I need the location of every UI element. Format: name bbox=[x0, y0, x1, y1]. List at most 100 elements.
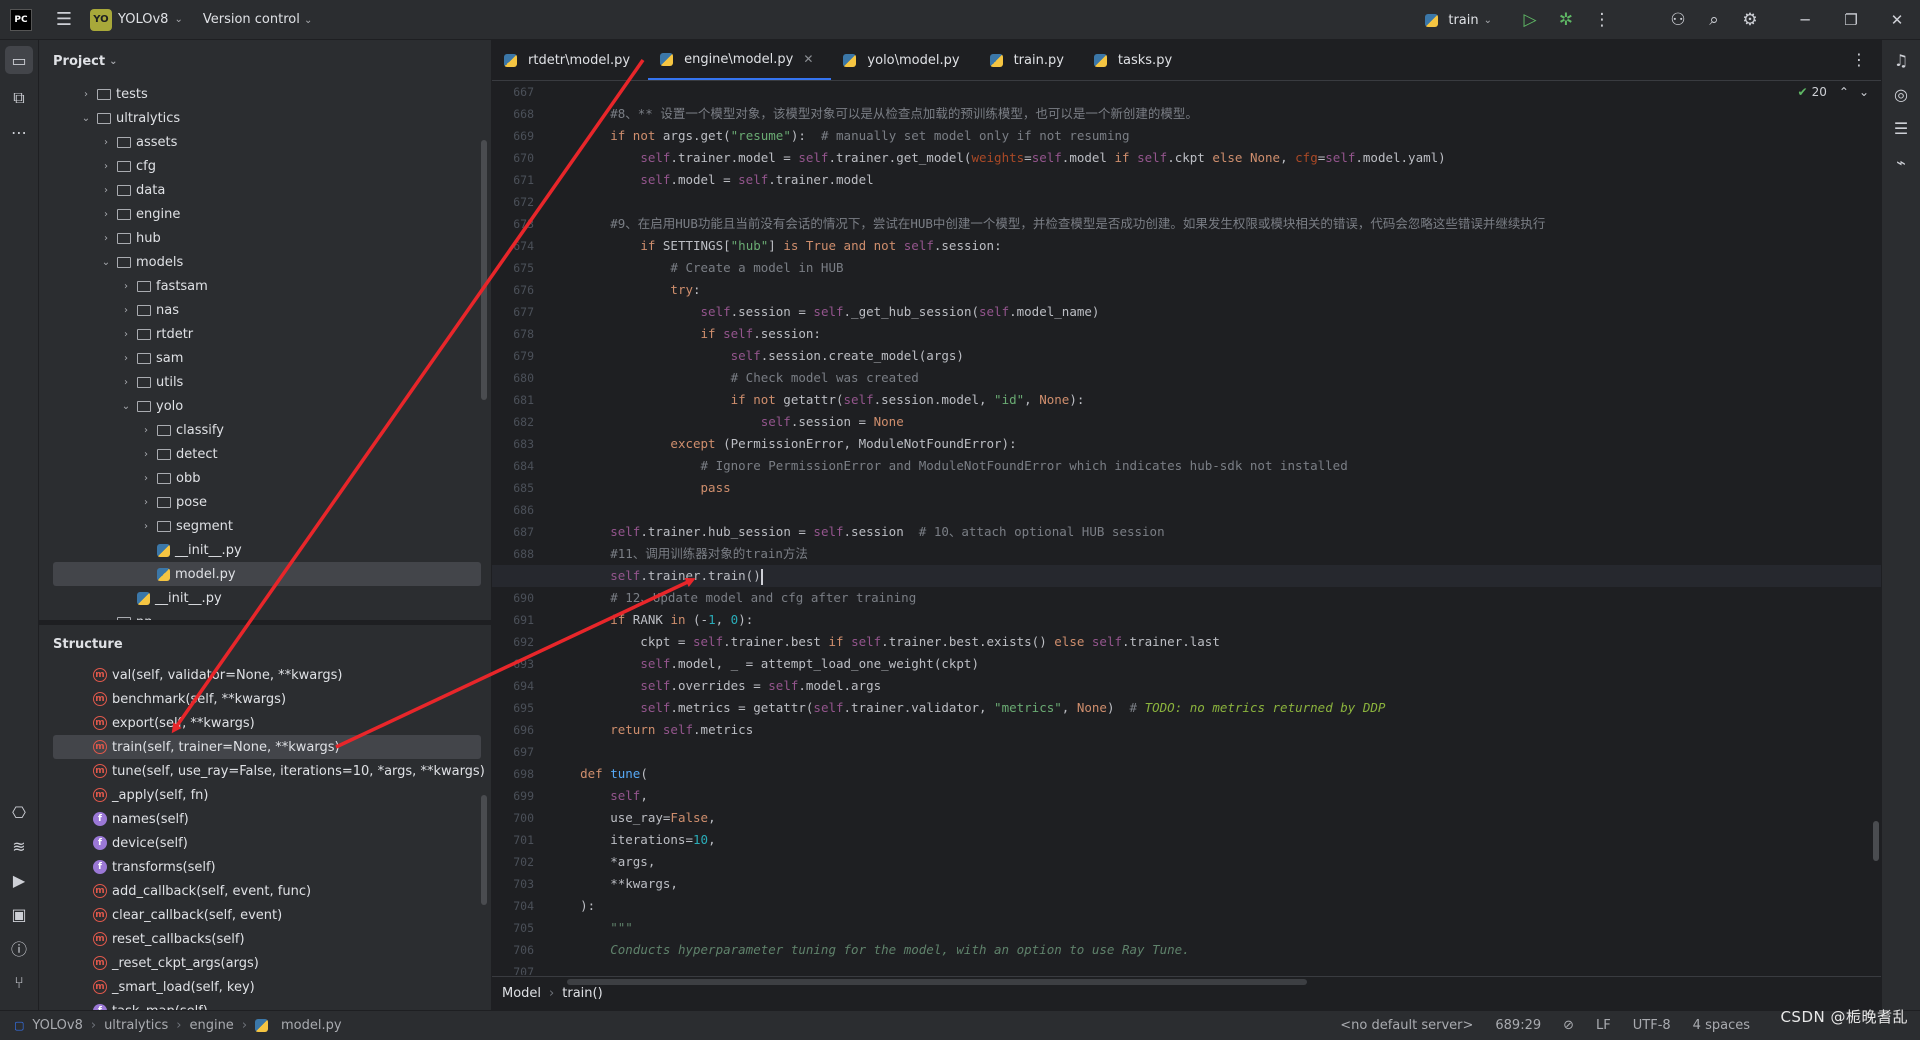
line-number[interactable]: 687 bbox=[492, 521, 538, 543]
services-icon[interactable]: ▶ bbox=[5, 866, 33, 894]
structure-member-item[interactable]: m _smart_load(self, key) bbox=[39, 975, 491, 999]
tree-folder-item[interactable]: › nn bbox=[39, 610, 491, 620]
status-path-segment[interactable]: engine bbox=[189, 1018, 233, 1033]
code-line[interactable]: self.session = self._get_hub_session(sel… bbox=[550, 301, 1881, 323]
editor-tab[interactable]: yolo\model.py bbox=[831, 40, 977, 80]
line-number[interactable]: 670 bbox=[492, 147, 538, 169]
code-line[interactable] bbox=[550, 961, 1881, 975]
tree-folder-item[interactable]: ⌄ yolo bbox=[39, 394, 491, 418]
tree-folder-item[interactable]: › classify bbox=[39, 418, 491, 442]
structure-member-item[interactable]: m _reset_ckpt_args(args) bbox=[39, 951, 491, 975]
chevron-down-icon[interactable]: ⌄ bbox=[119, 401, 133, 412]
code-line[interactable]: if not getattr(self.session.model, "id",… bbox=[550, 389, 1881, 411]
code-line[interactable]: Conducts hyperparameter tuning for the m… bbox=[550, 939, 1881, 961]
code-lines[interactable]: #8、** 设置一个模型对象，该模型对象可以是从检查点加载的预训练模型，也可以是… bbox=[492, 81, 1881, 975]
line-number[interactable]: 707 bbox=[492, 961, 538, 975]
structure-scrollbar[interactable] bbox=[481, 795, 487, 905]
line-number[interactable]: 672 bbox=[492, 191, 538, 213]
code-line[interactable]: self.session = None bbox=[550, 411, 1881, 433]
tree-folder-item[interactable]: › nas bbox=[39, 298, 491, 322]
line-number[interactable]: 699 bbox=[492, 785, 538, 807]
line-number[interactable]: 686 bbox=[492, 499, 538, 521]
code-line[interactable] bbox=[550, 741, 1881, 763]
ai-assistant-icon[interactable]: ◎ bbox=[1887, 80, 1915, 108]
chevron-down-icon[interactable]: ⌄ bbox=[99, 257, 113, 268]
code-line[interactable]: self.metrics = getattr(self.trainer.vali… bbox=[550, 697, 1881, 719]
editor-vertical-scrollbar[interactable] bbox=[1873, 821, 1879, 861]
structure-member-item[interactable]: m _apply(self, fn) bbox=[39, 783, 491, 807]
line-number[interactable]: 703 bbox=[492, 873, 538, 895]
restore-icon[interactable]: ❐ bbox=[1828, 0, 1874, 40]
line-number[interactable]: 700 bbox=[492, 807, 538, 829]
structure-member-item[interactable]: m train(self, trainer=None, **kwargs) bbox=[53, 735, 481, 759]
code-line[interactable]: #11、调用训练器对象的train方法 bbox=[550, 543, 1881, 565]
line-number[interactable]: 675 bbox=[492, 257, 538, 279]
tree-folder-item[interactable]: › fastsam bbox=[39, 274, 491, 298]
line-number[interactable]: 668 bbox=[492, 103, 538, 125]
add-user-icon[interactable]: ⚇ bbox=[1660, 2, 1696, 38]
terminal-icon[interactable]: ▣ bbox=[5, 900, 33, 928]
chevron-right-icon[interactable]: › bbox=[139, 497, 153, 508]
tree-folder-item[interactable]: › hub bbox=[39, 226, 491, 250]
line-number[interactable]: 684 bbox=[492, 455, 538, 477]
problems-icon[interactable]: ⓘ bbox=[5, 934, 33, 962]
chevron-right-icon[interactable]: › bbox=[139, 473, 153, 484]
code-line[interactable]: #9、在启用HUB功能且当前没有会话的情况下，尝试在HUB中创建一个模型，并检查… bbox=[550, 213, 1881, 235]
breadcrumb-class[interactable]: Model bbox=[502, 986, 541, 1001]
code-line[interactable]: pass bbox=[550, 477, 1881, 499]
tree-file-item[interactable]: __init__.py bbox=[39, 586, 491, 610]
code-line[interactable]: if SETTINGS["hub"] is True and not self.… bbox=[550, 235, 1881, 257]
minimize-icon[interactable]: ─ bbox=[1782, 0, 1828, 40]
file-encoding[interactable]: UTF-8 bbox=[1633, 1018, 1671, 1033]
python-packages-icon[interactable]: ⎔ bbox=[5, 798, 33, 826]
line-number[interactable]: 692 bbox=[492, 631, 538, 653]
chevron-right-icon[interactable]: › bbox=[139, 521, 153, 532]
structure-member-item[interactable]: m benchmark(self, **kwargs) bbox=[39, 687, 491, 711]
line-number[interactable]: 671 bbox=[492, 169, 538, 191]
structure-member-item[interactable]: m clear_callback(self, event) bbox=[39, 903, 491, 927]
line-number[interactable]: 685 bbox=[492, 477, 538, 499]
debug-icon[interactable]: ✲ bbox=[1548, 2, 1584, 38]
tree-folder-item[interactable]: › segment bbox=[39, 514, 491, 538]
code-line[interactable]: self.model, _ = attempt_load_one_weight(… bbox=[550, 653, 1881, 675]
code-line[interactable]: # Ignore PermissionError and ModuleNotFo… bbox=[550, 455, 1881, 477]
close-icon[interactable]: ✕ bbox=[1874, 0, 1920, 40]
structure-member-item[interactable]: m tune(self, use_ray=False, iterations=10… bbox=[39, 759, 491, 783]
tree-file-item[interactable]: __init__.py bbox=[39, 538, 491, 562]
code-line[interactable] bbox=[550, 191, 1881, 213]
sciview-icon[interactable]: ⌁ bbox=[1887, 148, 1915, 176]
indent-setting[interactable]: 4 spaces bbox=[1693, 1018, 1750, 1033]
tree-folder-item[interactable]: › data bbox=[39, 178, 491, 202]
chevron-right-icon[interactable]: › bbox=[139, 425, 153, 436]
chevron-right-icon[interactable]: › bbox=[99, 137, 113, 148]
code-line[interactable]: iterations=10, bbox=[550, 829, 1881, 851]
line-number[interactable]: 691 bbox=[492, 609, 538, 631]
project-scrollbar[interactable] bbox=[481, 140, 487, 400]
project-panel-header[interactable]: Project ⌄ bbox=[39, 40, 491, 82]
close-tab-icon[interactable]: ✕ bbox=[803, 52, 813, 66]
run-icon[interactable]: ▷ bbox=[1512, 2, 1548, 38]
version-control-menu[interactable]: Version control ⌄ bbox=[203, 12, 313, 27]
line-number[interactable]: 678 bbox=[492, 323, 538, 345]
tree-folder-item[interactable]: › cfg bbox=[39, 154, 491, 178]
code-line[interactable]: use_ray=False, bbox=[550, 807, 1881, 829]
code-line[interactable]: if not args.get("resume"): # manually se… bbox=[550, 125, 1881, 147]
code-line[interactable]: ): bbox=[550, 895, 1881, 917]
tree-folder-item[interactable]: › engine bbox=[39, 202, 491, 226]
caret-position[interactable]: 689:29 bbox=[1495, 1018, 1541, 1033]
inspection-widget[interactable]: ✔ 20 ⌃ ⌄ bbox=[1798, 85, 1869, 99]
code-line[interactable]: **kwargs, bbox=[550, 873, 1881, 895]
chevron-right-icon[interactable]: › bbox=[119, 329, 133, 340]
code-line[interactable]: # Check model was created bbox=[550, 367, 1881, 389]
editor-tab[interactable]: train.py bbox=[978, 40, 1082, 80]
run-configuration-selector[interactable]: train ⌄ bbox=[1425, 13, 1492, 28]
line-number[interactable]: 704 bbox=[492, 895, 538, 917]
line-number[interactable]: 701 bbox=[492, 829, 538, 851]
structure-member-item[interactable]: f names(self) bbox=[39, 807, 491, 831]
structure-member-item[interactable]: m export(self, **kwargs) bbox=[39, 711, 491, 735]
line-number[interactable]: 688 bbox=[492, 543, 538, 565]
status-path-segment[interactable]: YOLOv8 bbox=[32, 1018, 82, 1033]
code-line[interactable]: self.session.create_model(args) bbox=[550, 345, 1881, 367]
chevron-right-icon[interactable]: › bbox=[99, 161, 113, 172]
tree-folder-item[interactable]: › utils bbox=[39, 370, 491, 394]
